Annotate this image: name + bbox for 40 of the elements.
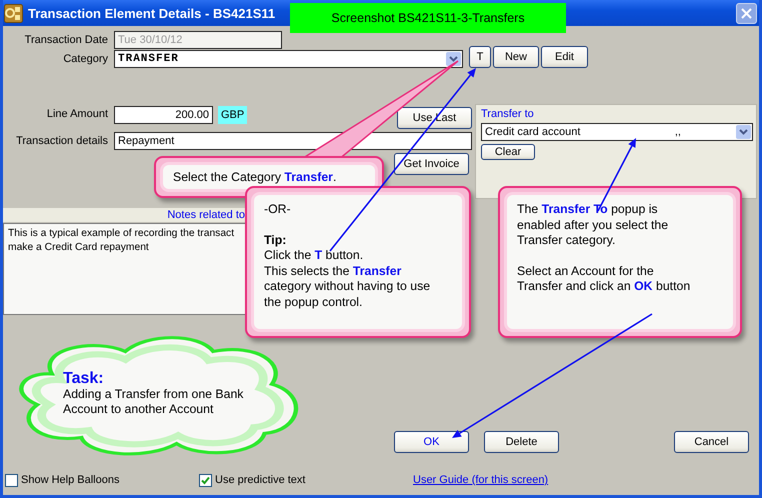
screenshot-banner: Screenshot BS421S11-3-Transfers [290, 3, 566, 33]
callout-text: Tip: Click the T button. This selects the Transfer category without having to use the popup control. [264, 232, 432, 310]
callout-text: The Transfer To popup is enabled after you select the Transfer category. [517, 202, 670, 248]
notes-heading: Notes related to [167, 209, 245, 221]
window-title: Transaction Element Details - BS421S11 [28, 6, 276, 20]
checkbox-label: Use predictive text [215, 474, 306, 486]
checkbox-label: Show Help Balloons [21, 474, 120, 486]
panel-label: Transfer to [481, 108, 535, 120]
callout-text: Select the Category Transfer. [173, 170, 338, 186]
checkbox[interactable] [199, 474, 212, 486]
app-icon [4, 4, 23, 22]
action-button[interactable]: Cancel [674, 431, 749, 453]
currency-label: GBP [218, 106, 248, 124]
user-guide-link[interactable]: User Guide (for this screen) [413, 474, 548, 486]
transfer-button[interactable]: T [469, 46, 491, 68]
check-icon [201, 476, 210, 484]
callout-text: Task: Adding a Transfer from one Bank Account to another Account [63, 371, 244, 418]
close-icon [741, 8, 752, 18]
account-dropdown[interactable]: Credit card account ,, [481, 123, 753, 141]
action-button[interactable]: Delete [484, 431, 559, 453]
close-button[interactable] [736, 2, 757, 24]
checkbox[interactable] [5, 474, 18, 486]
details-field[interactable]: Repayment [114, 132, 472, 150]
clear-button[interactable]: Clear [481, 144, 535, 160]
category-button[interactable]: New [493, 46, 539, 68]
callout-text: Select an Account for the Transfer and click an OK button [517, 264, 692, 294]
chevron-down-icon [739, 129, 748, 135]
field-label: Category [62, 53, 108, 65]
use-last-button[interactable]: Use Last [397, 107, 472, 129]
field-label: Transaction details [15, 135, 108, 147]
chevron-down-icon [449, 56, 458, 62]
get-invoice-button[interactable]: Get Invoice [394, 153, 469, 175]
field-label: Line Amount [46, 108, 108, 120]
notes-field[interactable]: This is a typical example of recording the transact make a Credit Card repayment [3, 223, 245, 315]
action-button[interactable]: OK [394, 431, 469, 453]
callout-text: -OR- [264, 202, 292, 218]
category-dropdown[interactable]: TRANSFER [114, 50, 463, 68]
category-button[interactable]: Edit [541, 46, 588, 68]
field-label: Transaction Date [24, 34, 108, 46]
amount-field[interactable]: 200.00 [114, 106, 213, 124]
